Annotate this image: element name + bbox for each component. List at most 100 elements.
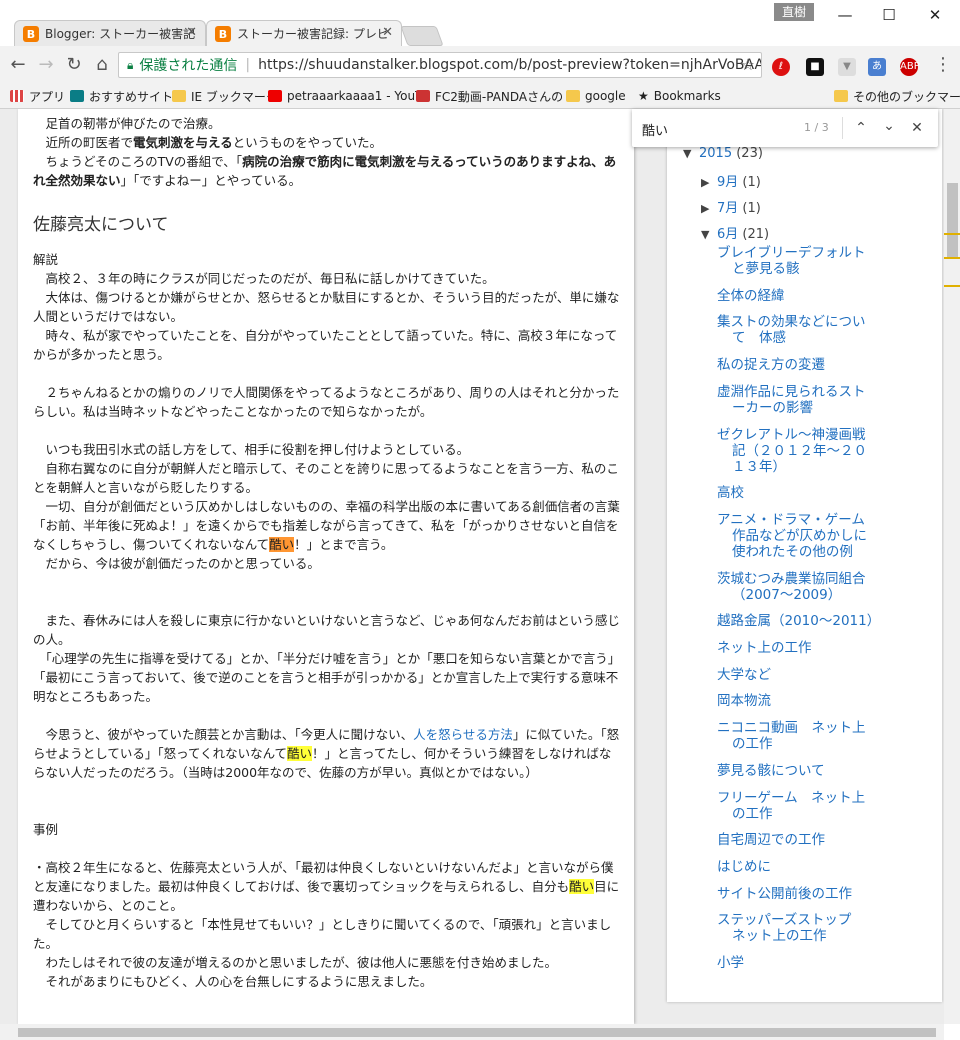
archive-post-link[interactable]: 虚淵作品に見られるスト ーカーの影響 [717, 384, 877, 416]
scrollbar-thumb[interactable] [947, 183, 958, 258]
triangle-right-icon[interactable]: ▶ [701, 176, 717, 189]
paragraph: 自称右翼なのに自分が朝鮮人だと暗示して、そのことを誇りに思ってるようなことを言う… [33, 461, 619, 495]
horizontal-scrollbar[interactable] [0, 1024, 944, 1040]
vertical-scrollbar[interactable] [944, 109, 960, 1024]
maximize-button[interactable]: ☐ [874, 4, 904, 26]
archive-post-link[interactable]: 越路金属（2010～2011） [717, 613, 880, 629]
triangle-down-icon[interactable]: ▼ [701, 228, 717, 241]
tab-close-icon[interactable]: ✕ [382, 25, 393, 40]
bookmark-google[interactable]: google [566, 87, 626, 105]
tab-preview[interactable]: B ストーカー被害記録: プレビュー ✕ [206, 20, 402, 46]
archive-post-link[interactable]: はじめに [717, 859, 877, 875]
archive-post-label: 使われたその他の例 [732, 543, 853, 560]
find-match-current: 酷い [269, 537, 295, 552]
divider [842, 117, 843, 139]
new-tab-button[interactable] [400, 26, 444, 46]
find-bar: 酷い 1 / 3 ⌃ ⌄ ✕ [632, 109, 938, 147]
bookmark-fc2[interactable]: FC2動画-PANDAさんの [416, 87, 563, 105]
archive-month-sep[interactable]: ▶ 9月 (1) [701, 171, 761, 190]
triangle-down-icon[interactable]: ▼ [683, 147, 699, 160]
bookmark-star-icon[interactable]: ☆ [741, 55, 755, 74]
archive-post-link[interactable]: 全体の経緯 [717, 288, 877, 304]
paragraph: また、春休みには人を殺しに東京に行かないといけないと言うなど、じゃあ何なんだお前… [33, 613, 620, 647]
find-previous-icon[interactable]: ⌃ [850, 117, 872, 139]
extension-shield-icon[interactable]: ▼ [838, 58, 856, 76]
archive-post-link[interactable]: 岡本物流 [717, 693, 877, 709]
blog-archive-sidebar: ▼ 2015 (23) ▶ 9月 (1) ▶ 7月 (1) ▼ 6月 (21) ブレイブ… [667, 109, 942, 1002]
blogger-icon: B [215, 26, 231, 42]
find-input[interactable]: 酷い [642, 120, 668, 139]
archive-post-link[interactable]: 自宅周辺での工作 [717, 832, 877, 848]
archive-post-label: 高校 [717, 485, 744, 502]
minimize-button[interactable]: — [830, 4, 860, 26]
fc2-icon [416, 90, 430, 102]
archive-month-jul[interactable]: ▶ 7月 (1) [701, 197, 761, 216]
bookmark-apps[interactable]: アプリ [10, 87, 65, 105]
archive-post-link[interactable]: ネット上の工作 [717, 640, 877, 656]
archive-post-link[interactable]: フリーゲーム ネット上 の工作 [717, 790, 877, 822]
find-next-icon[interactable]: ⌄ [878, 115, 900, 137]
archive-year-2015[interactable]: ▼ 2015 (23) [683, 146, 763, 161]
archive-post-link[interactable]: サイト公開前後の工作 [717, 886, 877, 902]
star-icon: ★ [638, 89, 649, 103]
bookmark-bookmarks[interactable]: ★ Bookmarks [638, 87, 721, 105]
lock-icon: 🔒︎ [127, 57, 134, 72]
apps-grid-icon [10, 90, 24, 102]
bookmark-recommended[interactable]: おすすめサイト [70, 87, 173, 105]
find-match-marker [944, 257, 960, 259]
bookmark-other[interactable]: その他のブックマーク [834, 87, 960, 105]
paragraph: 今思うと、彼がやっていた顔芸とか言動は、「今更人に聞けない、人を怒らせる方法」に… [33, 727, 620, 780]
paragraph: ・高校２年生になると、佐藤亮太という人が、「最初は仲良くしないといけないんだよ」… [33, 860, 620, 913]
adblock-icon[interactable]: ABP [900, 58, 920, 76]
folder-icon [172, 90, 186, 102]
archive-post-link[interactable]: 私の捉え方の変遷 [717, 357, 877, 373]
scrollbar-thumb[interactable] [18, 1028, 936, 1037]
bookmark-label: アプリ [29, 89, 66, 104]
archive-post-label: 記（２０１２年～２０ [732, 442, 867, 459]
close-window-button[interactable]: ✕ [920, 4, 950, 26]
archive-post-label: と夢見る骸 [732, 261, 800, 277]
archive-month-jun[interactable]: ▼ 6月 (21) [701, 223, 769, 242]
archive-post-label: 茨城むつみ農業協同組合 [717, 570, 866, 587]
tab-blogger[interactable]: B Blogger: ストーカー被害記録 ✕ [14, 20, 206, 46]
more-menu-icon[interactable]: ⋮ [934, 54, 952, 75]
archive-post-link[interactable]: ステッパーズストップ ネット上の工作 [717, 912, 877, 944]
archive-post-label: 虚淵作品に見られるスト [717, 383, 866, 400]
post-body: 足首の靭帯が伸びたので治療。 近所の町医者で電気刺激を与えるというものをやってい… [33, 114, 623, 991]
archive-post-link[interactable]: ブレイブリーデフォルト と夢見る骸 [717, 245, 877, 277]
triangle-right-icon[interactable]: ▶ [701, 202, 717, 215]
inline-link[interactable]: 人を怒らせる方法 [413, 727, 513, 742]
archive-post-label: の工作 [732, 805, 773, 822]
tab-close-icon[interactable]: ✕ [186, 25, 197, 40]
archive-post-label: ネット上の工作 [717, 640, 812, 656]
archive-post-link[interactable]: ゼクレアトル～神漫画戦 記（２０１２年～２０ １３年） [717, 427, 877, 475]
browser-toolbar: ← → ↻ ⌂ 🔒︎ 保護された通信 | https://shuudanstal… [0, 46, 960, 84]
archive-post-link[interactable]: 茨城むつみ農業協同組合 （2007～2009） [717, 571, 877, 603]
archive-post-link[interactable]: アニメ・ドラマ・ゲーム 作品などが仄めかしに 使われたその他の例 [717, 512, 877, 560]
extension-translate-icon[interactable]: あ [868, 58, 886, 76]
archive-post-link[interactable]: ニコニコ動画 ネット上 の工作 [717, 720, 877, 752]
forward-arrow-icon[interactable]: → [34, 54, 58, 76]
address-bar[interactable]: 🔒︎ 保護された通信 | https://shuudanstalker.blog… [118, 52, 762, 78]
reload-icon[interactable]: ↻ [62, 54, 86, 76]
archive-post-link[interactable]: 夢見る骸について [717, 763, 877, 779]
extension-red-icon[interactable]: ℓ [772, 58, 790, 76]
bing-icon [70, 90, 84, 102]
bookmark-youtube[interactable]: petraaarkaaaa1 - YouT [268, 87, 422, 105]
paragraph: 高校２、３年の時にクラスが同じだったのだが、毎日私に話しかけてきていた。 [33, 271, 495, 286]
archive-post-link[interactable]: 集ストの効果などについて 体感 [717, 314, 877, 346]
bookmarks-bar: アプリ おすすめサイト IE ブックマーク petraaarkaaaa1 - Y… [0, 84, 960, 109]
profile-badge[interactable]: 直樹 [774, 3, 814, 21]
paragraph: 時々、私が家でやっていたことを、自分がやっていたこととして語っていた。特に、高校… [33, 328, 618, 362]
archive-post-link[interactable]: 大学など [717, 667, 877, 683]
archive-post-label: フリーゲーム ネット上 [717, 789, 866, 806]
archive-post-link[interactable]: 小学 [717, 955, 877, 971]
archive-post-link[interactable]: 高校 [717, 485, 877, 501]
bookmark-ie[interactable]: IE ブックマーク [172, 87, 278, 105]
section-label: 解説 [33, 252, 59, 267]
find-match: 酷い [287, 746, 313, 761]
home-icon[interactable]: ⌂ [90, 54, 114, 76]
find-close-icon[interactable]: ✕ [906, 117, 928, 139]
back-arrow-icon[interactable]: ← [6, 54, 30, 76]
extension-black-icon[interactable]: ■ [806, 58, 824, 76]
